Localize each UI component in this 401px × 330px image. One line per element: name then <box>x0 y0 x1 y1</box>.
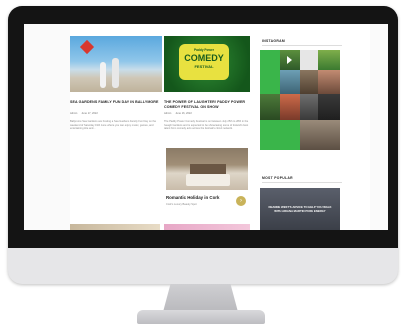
sidebar: INSTAGRAM MOST POPULAR DEANNE WEST'S ADV… <box>260 24 348 230</box>
article-title[interactable]: The Power of Laughter! Paddy Power Comed… <box>164 100 252 109</box>
instagram-post[interactable] <box>300 94 320 120</box>
person-figure <box>100 62 106 88</box>
featured-title[interactable]: Romantic Holiday in Cork <box>166 195 219 200</box>
article-date: June 17, 2022 <box>81 112 98 115</box>
featured-subtitle: Cork's Luxury Beauty Spot <box>166 203 197 206</box>
article-card-comedy-festival[interactable]: Paddy Power COMEDY FESTIVAL The Power of… <box>164 24 256 154</box>
person-figure <box>112 58 119 88</box>
monitor-screen: Sea Gardens Family Fun Day in Ballymore … <box>24 24 388 230</box>
sidebar-rule <box>262 45 342 46</box>
sidebar-rule <box>262 182 342 183</box>
instagram-post[interactable] <box>260 70 280 94</box>
article-author[interactable]: Admin <box>70 112 77 115</box>
read-more-arrow-button[interactable]: › <box>236 196 246 206</box>
article-date: June 16, 2022 <box>175 112 192 115</box>
badge-line-1: Paddy Power <box>193 48 215 52</box>
featured-article-card[interactable]: Romantic Holiday in Cork Cork's Luxury B… <box>166 148 252 212</box>
play-icon <box>287 56 292 64</box>
website-page: Sea Gardens Family Fun Day in Ballymore … <box>70 24 370 230</box>
instagram-post[interactable] <box>260 94 280 120</box>
article-meta: Admin June 16, 2022 <box>164 112 192 115</box>
instagram-post[interactable] <box>260 120 300 150</box>
most-popular-caption[interactable]: DEANNE WEST'S ADVICE TO HELP YOU WALK WI… <box>268 205 332 213</box>
article-author[interactable]: Admin <box>164 112 171 115</box>
instagram-post[interactable] <box>280 50 300 70</box>
article-excerpt: The Paddy Power Comedy Festival is on be… <box>164 120 249 131</box>
monitor-stand-neck <box>163 284 238 312</box>
instagram-post[interactable] <box>280 70 300 94</box>
instagram-post[interactable] <box>300 50 320 70</box>
most-popular-heading: MOST POPULAR <box>262 176 293 180</box>
article-excerpt: Ballymore Sea Gardens are hosting a Sea … <box>70 120 157 131</box>
kite-shape <box>79 39 95 55</box>
instagram-post[interactable] <box>280 94 300 120</box>
instagram-grid <box>260 50 340 172</box>
article-card-sea-gardens[interactable]: Sea Gardens Family Fun Day in Ballymore … <box>70 24 162 154</box>
instagram-post[interactable] <box>300 120 340 150</box>
article-title[interactable]: Sea Gardens Family Fun Day in Ballymore <box>70 100 160 105</box>
next-article-preview[interactable] <box>70 224 160 230</box>
next-article-preview[interactable] <box>164 224 250 230</box>
instagram-post[interactable] <box>318 94 340 120</box>
badge-line-3: FESTIVAL <box>194 64 214 69</box>
headboard-shape <box>190 164 226 174</box>
instagram-post[interactable] <box>300 70 320 94</box>
bed-shape <box>186 174 230 186</box>
badge-line-2: COMEDY <box>184 53 224 63</box>
monitor-stand-base <box>137 310 265 324</box>
instagram-post[interactable] <box>318 70 340 94</box>
monitor-mockup: Sea Gardens Family Fun Day in Ballymore … <box>0 0 401 330</box>
article-image-comedy-festival[interactable]: Paddy Power COMEDY FESTIVAL <box>164 36 250 92</box>
instagram-post[interactable] <box>260 50 280 70</box>
instagram-heading: INSTAGRAM <box>262 39 285 43</box>
article-meta: Admin June 17, 2022 <box>70 112 98 115</box>
instagram-post[interactable] <box>318 50 340 70</box>
featured-image-hotel-room[interactable] <box>166 148 248 190</box>
article-image-beach[interactable] <box>70 36 162 92</box>
